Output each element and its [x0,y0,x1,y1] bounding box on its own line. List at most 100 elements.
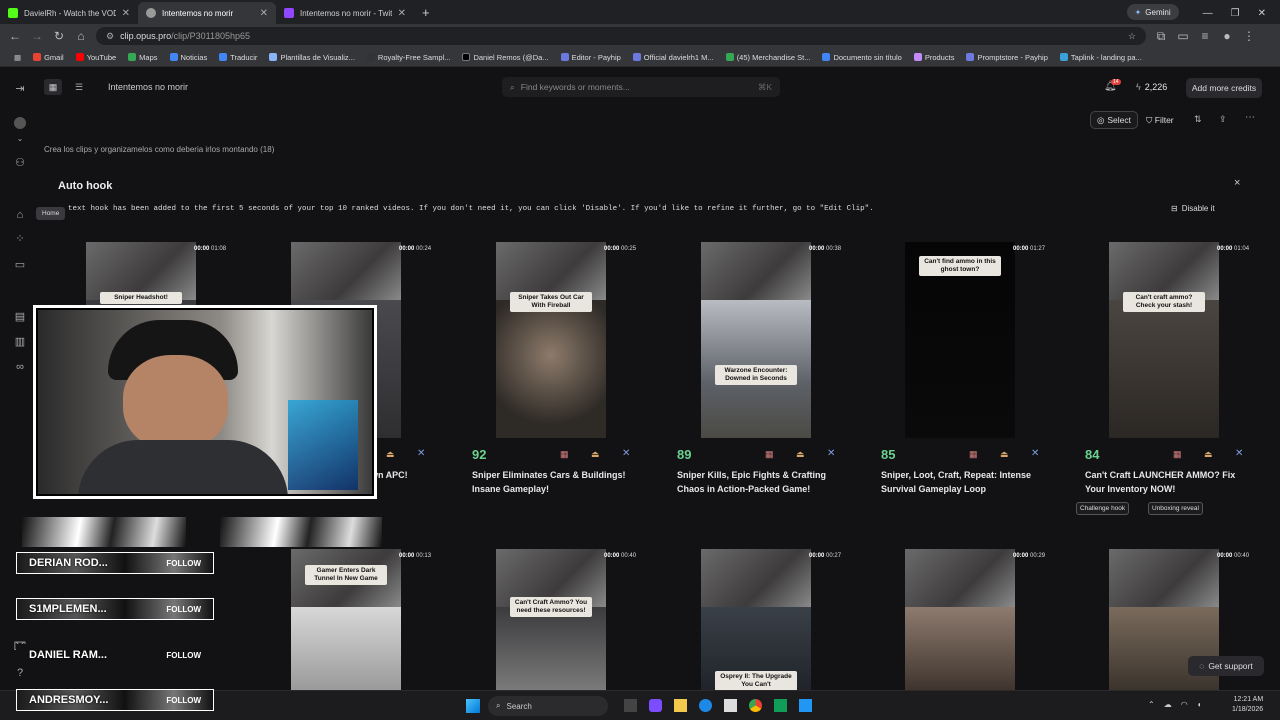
tab-search-icon[interactable]: ≡ [1198,29,1212,43]
extensions-icon[interactable]: ⧉ [1154,29,1168,44]
site-info-icon[interactable]: ⚙ [106,31,114,42]
bookmark-item[interactable]: Official davielrh1 M... [632,53,714,62]
download-icon[interactable]: ⏏ [796,449,805,460]
help-icon[interactable]: ? [12,665,28,681]
clip-thumbnail[interactable]: Gamer Enters Dark Tunnel In New Game [291,549,401,690]
search-input[interactable]: ⌕ Find keywords or moments... ⌘K [502,77,780,97]
bookmark-item[interactable]: (45) Merchandise St... [725,53,810,62]
edit-icon[interactable]: ✕ [622,448,630,459]
clip-thumbnail[interactable]: Warzone Encounter: Downed in Seconds [701,242,811,438]
browser-tab-1[interactable]: DavielRh - Watch the VOD on K ✕ [0,2,138,24]
clip-thumbnail[interactable]: Can't find ammo in this ghost town? [905,242,1015,438]
minimize-window-icon[interactable]: — [1203,8,1213,19]
profile-icon[interactable]: ● [1220,29,1234,43]
home-icon[interactable]: ⌂ [74,29,88,43]
bookmark-item[interactable]: YouTube [75,53,116,62]
close-tab-icon[interactable]: ✕ [260,8,268,19]
bookmark-item[interactable]: Royalty-Free Sampl... [366,53,450,62]
bookmark-item[interactable]: Daniel Remos (@Da... [462,53,549,62]
analytics-icon[interactable]: ▥ [12,334,28,350]
link-icon[interactable]: ∞ [12,359,28,375]
more-options-icon[interactable]: ⋯ [1245,112,1255,123]
edit-icon[interactable]: ✕ [417,448,425,459]
edit-icon[interactable]: ✕ [827,448,835,459]
clip-thumbnail[interactable]: Sniper Takes Out Car With Fireball [496,242,606,438]
bookmark-item[interactable]: Taplink - landing pa... [1059,53,1142,62]
edit-icon[interactable]: ✕ [1235,448,1243,459]
address-bar[interactable]: ⚙ clip.opus.pro/clip/P3011805hp65 ☆ [96,27,1146,45]
app-icon[interactable] [799,699,812,712]
avatar[interactable] [14,117,26,129]
store-icon[interactable] [724,699,737,712]
get-support-button[interactable]: ◌ Get support [1188,656,1264,676]
close-window-icon[interactable]: ✕ [1258,8,1266,19]
download-icon[interactable]: ⏏ [386,449,395,460]
clip-tag[interactable]: Unboxing reveal [1148,502,1203,515]
download-icon[interactable]: ⏏ [591,449,600,460]
bookmark-item[interactable]: Traducir [219,53,257,62]
app-icon[interactable] [774,699,787,712]
browser-menu-icon[interactable]: ⋮ [1242,29,1256,43]
sort-icon[interactable]: ⇅ [1194,114,1202,125]
copilot-icon[interactable] [649,699,662,712]
bookmark-item[interactable]: Gmail [33,53,64,62]
add-credits-button[interactable]: Add more credits [1186,78,1262,98]
autohook-close-icon[interactable]: × [1234,177,1240,189]
collapse-sidebar-icon[interactable]: ⇥ [12,81,28,97]
forward-icon[interactable]: → [30,29,44,43]
calendar-icon[interactable]: ▦ [1173,449,1182,460]
close-tab-icon[interactable]: ✕ [398,8,406,19]
select-button[interactable]: ◎ Select [1090,111,1138,129]
task-view-icon[interactable] [624,699,637,712]
maximize-window-icon[interactable]: ❐ [1231,8,1240,19]
bookmark-item[interactable]: Noticias [169,53,207,62]
list-view-icon[interactable]: ☰ [70,79,88,95]
calendar-icon[interactable]: ▦ [560,449,569,460]
filter-button[interactable]: ⛉ Filter [1146,115,1174,126]
bookmark-item[interactable]: Plantillas de Visualiz... [269,53,355,62]
browser-tab-2[interactable]: Intentemos no morir ✕ [138,2,276,24]
bookmark-item[interactable]: Editor - Payhip [560,53,621,62]
browser-tab-3[interactable]: Intentemos no morir - Twitch ✕ [276,2,414,24]
edge-icon[interactable] [699,699,712,712]
back-icon[interactable]: ← [8,29,22,43]
chevron-down-icon[interactable]: ⌄ [12,131,28,147]
download-icon[interactable]: ⏏ [1000,449,1009,460]
folder-icon[interactable]: ▭ [12,257,28,273]
network-icon[interactable]: ☁ [1164,700,1172,709]
clip-thumbnail[interactable]: Can't craft ammo? Check your stash! [1109,242,1219,438]
windows-start-icon[interactable] [466,699,480,713]
disable-autohook-button[interactable]: ⊟ Disable it [1171,204,1215,213]
cast-icon[interactable]: ▭ [1176,29,1190,43]
chrome-icon[interactable] [749,699,762,712]
apps-icon[interactable]: ⁘ [12,231,28,247]
upload-icon[interactable]: ⇪ [1219,114,1227,125]
calendar-icon[interactable]: ▦ [969,449,978,460]
new-tab-button[interactable]: + [414,5,438,24]
bookmark-item[interactable]: Maps [128,53,158,62]
taskbar-search[interactable]: ⌕ Search [488,696,608,716]
file-explorer-icon[interactable] [674,699,687,712]
bookmark-item[interactable]: Documento sin título [822,53,902,62]
wifi-icon[interactable]: ◠ [1181,700,1188,709]
clip-title[interactable]: Sniper Kills, Epic Fights & Crafting Cha… [677,469,847,496]
bookmark-item[interactable]: Products [913,53,954,62]
home-nav-icon[interactable]: ⌂ [12,207,28,223]
grid-view-icon[interactable]: ▦ [44,79,62,95]
clock[interactable]: 12:21 AM 1/18/2026 [1232,695,1263,715]
bookmark-star-icon[interactable]: ☆ [1128,31,1136,42]
clip-title[interactable]: Can't Craft LAUNCHER AMMO? Fix Your Inve… [1085,469,1255,496]
clip-title[interactable]: Sniper Eliminates Cars & Buildings! Insa… [472,469,642,496]
bookmark-item[interactable]: Promptstore - Payhip [966,53,1048,62]
clip-thumbnail[interactable] [905,549,1015,690]
calendar-icon[interactable]: ▦ [765,449,774,460]
edit-icon[interactable]: ✕ [1031,448,1039,459]
volume-icon[interactable]: ◖ [1197,700,1202,709]
gemini-button[interactable]: ✦ Gemini [1126,4,1179,20]
add-user-icon[interactable]: ⚇ [12,155,28,171]
clip-title[interactable]: Sniper, Loot, Craft, Repeat: Intense Sur… [881,469,1051,496]
reload-icon[interactable]: ↻ [52,29,66,43]
clip-thumbnail[interactable]: Can't Craft Ammo? You need these resourc… [496,549,606,690]
clip-tag[interactable]: Challenge hook [1076,502,1130,515]
clip-thumbnail[interactable]: Osprey II: The Upgrade You Can't [701,549,811,690]
